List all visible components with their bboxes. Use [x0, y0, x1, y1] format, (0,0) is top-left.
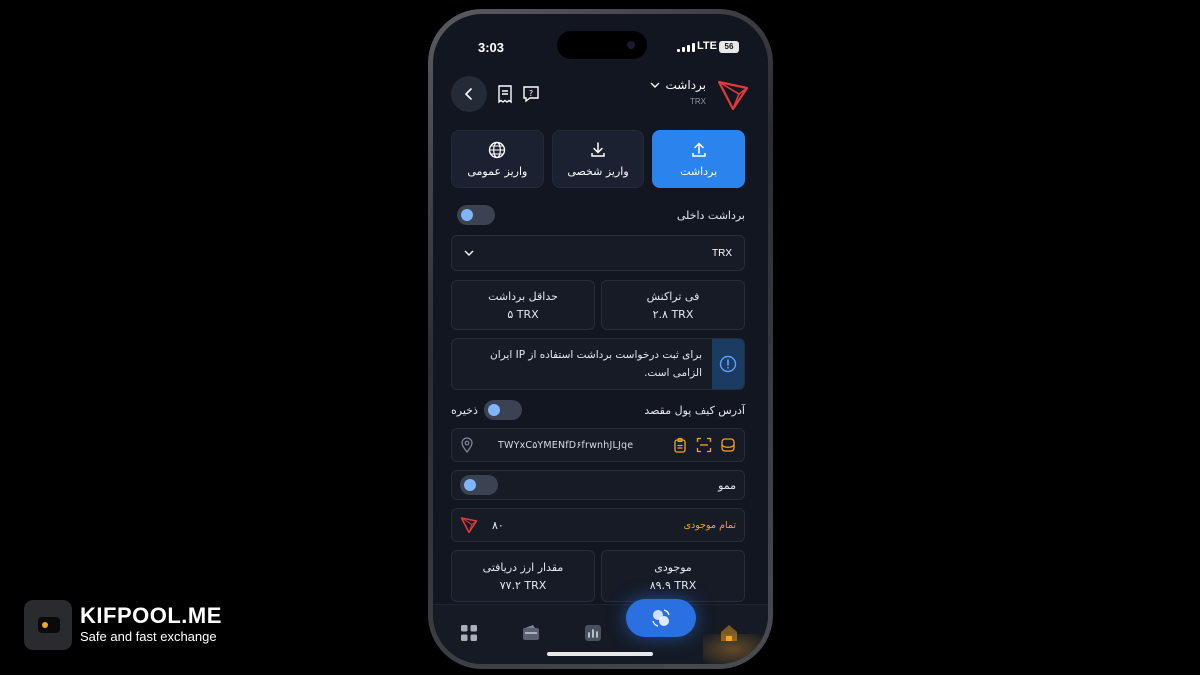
- page-title-group[interactable]: برداشت TRX: [650, 78, 706, 106]
- chevron-left-icon: [464, 88, 472, 100]
- network-select[interactable]: TRX: [451, 235, 745, 271]
- received-amount-value: ۷۷.۲ TRX: [499, 578, 547, 592]
- tab-label: واریز عمومی: [467, 164, 528, 178]
- save-address-group: ذخیره: [451, 400, 522, 420]
- balance-card: موجودی ۸۹.۹ TRX: [601, 550, 745, 602]
- amount-field[interactable]: ۸۰ تمام موجودی: [451, 508, 745, 542]
- paste-icon[interactable]: [672, 437, 688, 453]
- brand-name: KIFPOOL.ME: [80, 603, 222, 628]
- help-chat-icon[interactable]: ?: [521, 84, 541, 104]
- balance-value: ۸۹.۹ TRX: [649, 578, 697, 592]
- amount-value[interactable]: ۸۰: [492, 519, 504, 532]
- home-tab-glow: [703, 634, 763, 664]
- status-bar: 3:03 LTE 56: [433, 14, 768, 64]
- tab-label: واریز شخصی: [567, 164, 629, 178]
- brand-watermark: KIFPOOL.ME Safe and fast exchange: [24, 600, 222, 650]
- status-time: 3:03: [478, 40, 505, 55]
- network-select-value: TRX: [712, 247, 732, 259]
- min-withdraw-card: حداقل برداشت ۵ TRX: [451, 280, 595, 330]
- brand-logo: [24, 600, 72, 650]
- nav-wallet-icon[interactable]: [521, 623, 541, 643]
- phone-frame: 3:03 LTE 56 ? برداشت TRX واریز عمومی وار…: [428, 9, 773, 669]
- info-icon: [712, 339, 744, 389]
- tron-logo-icon: [717, 80, 749, 111]
- page-title: برداشت: [665, 78, 706, 92]
- address-book-icon[interactable]: [720, 437, 736, 453]
- internal-withdraw-label: برداشت داخلی: [676, 208, 745, 222]
- max-balance-button[interactable]: تمام موجودی: [684, 520, 736, 531]
- tab-personal-deposit[interactable]: واریز شخصی: [551, 130, 645, 188]
- memo-label: ممو: [718, 478, 736, 492]
- received-amount-label: مقدار ارز دریافتی: [482, 560, 564, 574]
- received-amount-card: مقدار ارز دریافتی ۷۷.۲ TRX: [451, 550, 595, 602]
- internal-withdraw-toggle[interactable]: [457, 205, 495, 225]
- withdraw-form: واریز عمومی واریز شخصی برداشت برداشت داخ…: [451, 130, 746, 602]
- tab-withdraw[interactable]: برداشت: [652, 130, 746, 188]
- nav-market-icon[interactable]: [583, 623, 603, 643]
- receipt-icon[interactable]: [495, 84, 515, 104]
- address-value[interactable]: TWYxC۵YMENfD۶frwnhJLJqe: [482, 440, 664, 451]
- memo-row: ممو: [451, 470, 745, 500]
- download-icon: [591, 141, 605, 157]
- tx-fee-card: فی تراکنش ۲.۸ TRX: [601, 280, 745, 330]
- address-field[interactable]: TWYxC۵YMENfD۶frwnhJLJqe: [451, 428, 745, 462]
- globe-icon: [489, 141, 506, 158]
- chevron-down-icon: [464, 250, 474, 256]
- location-pin-icon[interactable]: [460, 437, 474, 453]
- balance-label: موجودی: [654, 560, 692, 574]
- address-actions: [672, 437, 736, 453]
- app-header: ? برداشت TRX: [433, 72, 768, 120]
- chevron-down-icon: [650, 82, 660, 88]
- destination-header: ذخیره آدرس کیف پول مقصد: [451, 400, 745, 420]
- exchange-fab-button[interactable]: [626, 599, 696, 637]
- memo-toggle[interactable]: [460, 475, 498, 495]
- upload-icon: [691, 141, 706, 157]
- nav-dashboard-icon[interactable]: [459, 623, 479, 643]
- dynamic-island: [557, 31, 647, 59]
- ip-notice-text: برای ثبت درخواست برداشت استفاده از IP ای…: [490, 349, 702, 379]
- tab-bar: واریز عمومی واریز شخصی برداشت: [451, 130, 746, 188]
- brand-tagline: Safe and fast exchange: [80, 629, 217, 644]
- destination-label: آدرس کیف پول مقصد: [644, 403, 745, 417]
- signal-icon: [677, 43, 695, 52]
- scan-qr-icon[interactable]: [696, 437, 712, 453]
- tab-label: برداشت: [680, 164, 718, 178]
- tron-token-icon: [460, 517, 478, 534]
- save-address-toggle[interactable]: [483, 400, 522, 420]
- battery-icon: 56: [719, 41, 739, 53]
- tab-public-deposit[interactable]: واریز عمومی: [451, 130, 544, 188]
- svg-text:?: ?: [529, 89, 533, 98]
- network-type: LTE: [697, 40, 717, 52]
- min-withdraw-value: ۵ TRX: [507, 307, 539, 321]
- exchange-icon: [652, 609, 670, 627]
- summary-info: مقدار ارز دریافتی ۷۷.۲ TRX موجودی ۸۹.۹ T…: [451, 550, 745, 602]
- fee-info: حداقل برداشت ۵ TRX فی تراکنش ۲.۸ TRX: [451, 280, 745, 330]
- tx-fee-value: ۲.۸ TRX: [652, 307, 694, 321]
- home-indicator: [547, 652, 653, 656]
- app-screen: 3:03 LTE 56 ? برداشت TRX واریز عمومی وار…: [433, 14, 768, 664]
- page-subtitle: TRX: [690, 97, 706, 106]
- tx-fee-label: فی تراکنش: [646, 289, 700, 303]
- save-label: ذخیره: [451, 403, 478, 417]
- min-withdraw-label: حداقل برداشت: [488, 289, 558, 303]
- ip-notice: برای ثبت درخواست برداشت استفاده از IP ای…: [451, 338, 745, 390]
- internal-withdraw-row: برداشت داخلی: [451, 205, 745, 225]
- back-button[interactable]: [451, 76, 487, 112]
